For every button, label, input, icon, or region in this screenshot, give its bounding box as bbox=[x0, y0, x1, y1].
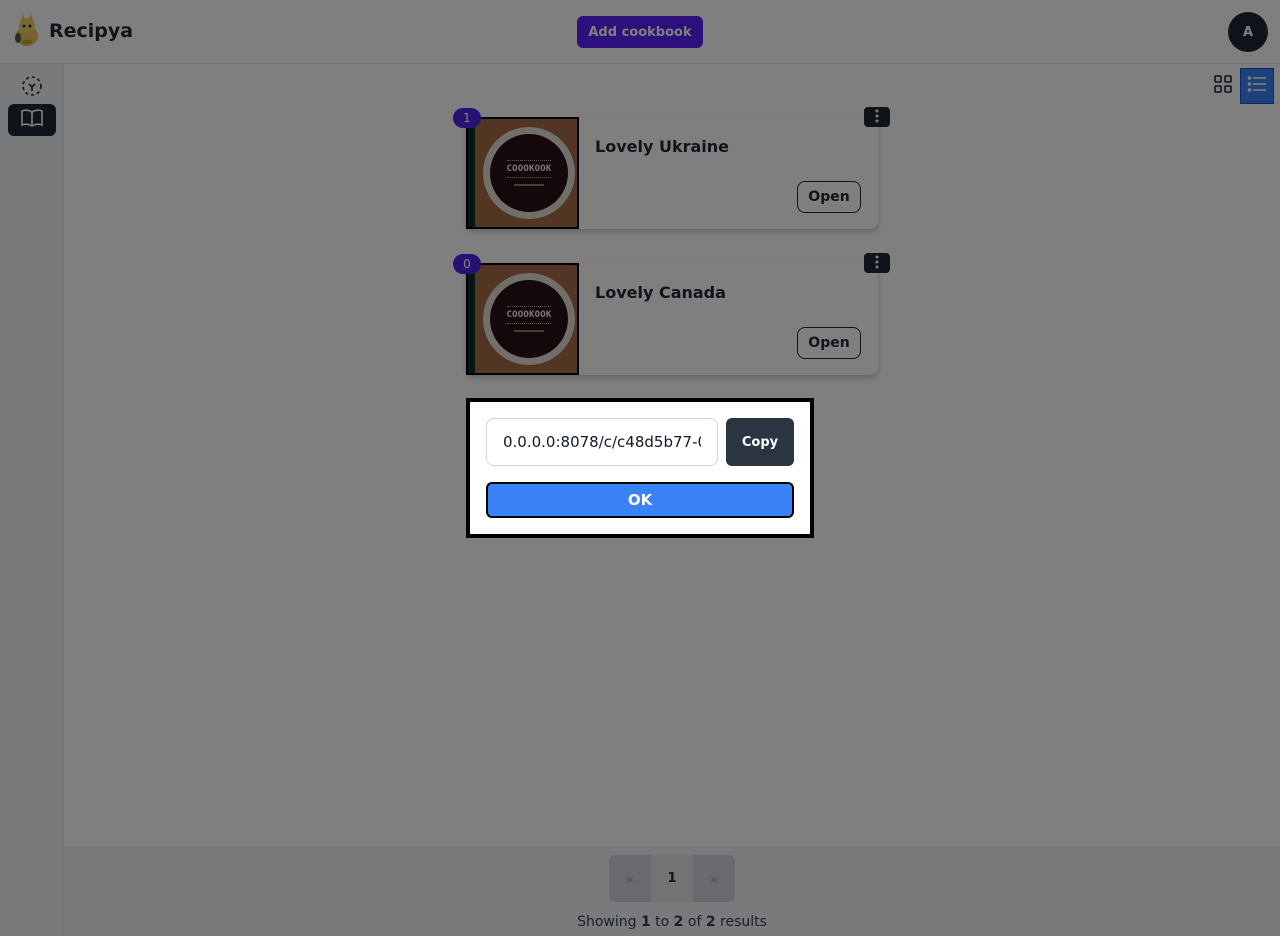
share-dialog: Copy OK bbox=[466, 398, 814, 538]
copy-button[interactable]: Copy bbox=[726, 418, 794, 466]
share-url-input[interactable] bbox=[486, 418, 718, 466]
ok-button[interactable]: OK bbox=[486, 482, 794, 518]
